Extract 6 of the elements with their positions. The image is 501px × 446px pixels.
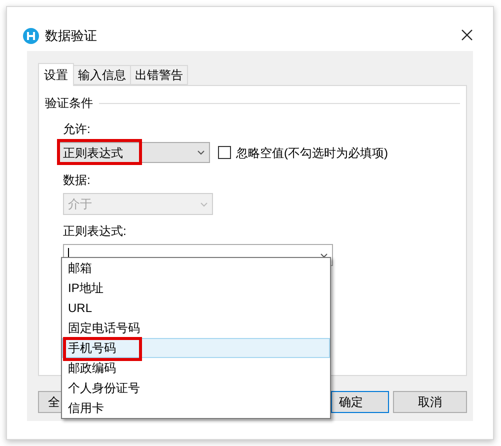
- ignore-blank-label: 忽略空值(不勾选时为必填项): [236, 144, 388, 162]
- regex-label: 正则表达式:: [63, 223, 128, 240]
- window-title: 数据验证: [45, 27, 97, 46]
- section-title: 验证条件: [45, 95, 93, 112]
- data-label: 数据:: [63, 172, 92, 189]
- allow-label: 允许:: [63, 121, 92, 138]
